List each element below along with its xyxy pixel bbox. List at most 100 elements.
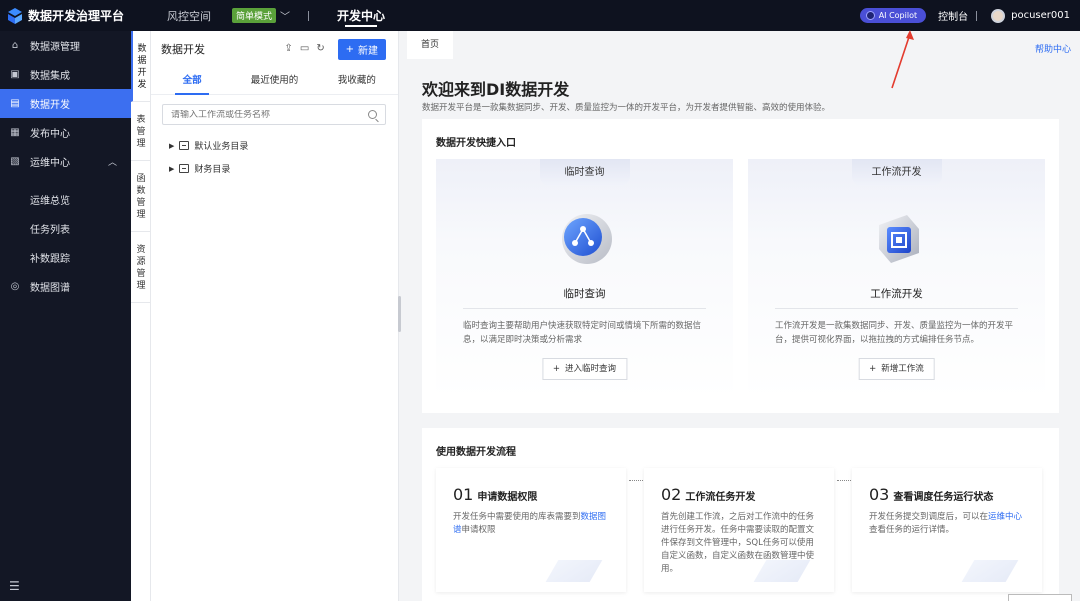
vtab-resource-management[interactable]: 资源管理 xyxy=(131,232,151,303)
entry-tag: 临时查询 xyxy=(539,159,630,186)
caret-right-icon[interactable]: ▶ xyxy=(169,142,174,150)
publish-icon: ▦ xyxy=(10,127,20,138)
vtab-char: 管 xyxy=(136,198,146,208)
step-desc-text: 开发任务中需要使用的库表需要到 xyxy=(453,512,581,522)
help-center-link[interactable]: 帮助中心 xyxy=(1035,42,1071,55)
tree-item-default[interactable]: ▶ 默认业务目录 xyxy=(151,134,398,157)
home-icon: ⌂ xyxy=(11,40,19,51)
sidebar-item-graph[interactable]: ◎ 数据图谱 xyxy=(0,272,131,301)
explorer-title: 数据开发 xyxy=(161,43,205,56)
sidebar-item-label: 数据集成 xyxy=(30,71,70,82)
sidebar-item-integration[interactable]: ▣ 数据集成 xyxy=(0,60,131,89)
brand-name: 数据开发治理平台 xyxy=(28,9,125,23)
tree-item-finance[interactable]: ▶ 财务目录 xyxy=(151,157,398,180)
vtab-char: 资 xyxy=(136,245,146,255)
enter-query-label: 进入临时查询 xyxy=(565,364,617,374)
sidebar-item-develop[interactable]: ▤ 数据开发 xyxy=(0,89,131,118)
directory-tree: ▶ 默认业务目录 ▶ 财务目录 xyxy=(151,134,398,180)
caret-right-icon[interactable]: ▶ xyxy=(169,165,174,173)
vtab-char: 理 xyxy=(136,139,146,149)
query-illustration-icon xyxy=(561,214,612,264)
avatar[interactable] xyxy=(991,8,1006,23)
vtab-table-management[interactable]: 表管理 xyxy=(131,102,151,161)
sidebar-subitem-backfill[interactable]: 补数跟踪 xyxy=(0,243,131,272)
tab-favorites[interactable]: 我收藏的 xyxy=(316,67,398,94)
chevron-up-icon[interactable]: ︿ xyxy=(108,155,117,168)
main-area: 首页 帮助中心 欢迎来到DI数据开发 数据开发平台是一款集数据同步、开发、质量监… xyxy=(407,31,1080,601)
process-title: 使用数据开发流程 xyxy=(436,447,516,458)
sidebar-subitem-tasklist[interactable]: 任务列表 xyxy=(0,214,131,243)
top-divider xyxy=(976,10,978,21)
brand[interactable]: 数据开发治理平台 xyxy=(0,0,160,31)
entry-card-workflow[interactable]: 工作流开发 工作流开发 工作流开发是一款集数据同步、开发、质量监控为一体的开发平… xyxy=(748,159,1045,399)
console-link[interactable]: 控制台 xyxy=(938,8,968,23)
sidebar-item-publish[interactable]: ▦ 发布中心 xyxy=(0,118,131,147)
step-number: 03 xyxy=(869,485,890,504)
vtab-char: 数 xyxy=(137,44,147,54)
tab-home[interactable]: 首页 xyxy=(407,31,453,59)
vtab-char: 源 xyxy=(136,257,146,267)
vtab-develop[interactable]: 数据开发 xyxy=(131,31,151,102)
new-workflow-label: 新增工作流 xyxy=(881,364,924,374)
username[interactable]: pocuser001 xyxy=(1011,10,1070,21)
step-card-2: 02 工作流任务开发 首先创建工作流，之后对工作流中的任务进行任务开发。任务中需… xyxy=(644,468,834,592)
tab-recent[interactable]: 最近使用的 xyxy=(233,67,315,94)
ops-center-link[interactable]: 运维中心 xyxy=(988,512,1022,522)
step-decoration xyxy=(545,560,603,582)
nav-divider xyxy=(308,10,310,21)
develop-icon: ▤ xyxy=(10,98,20,109)
step-card-1: 01 申请数据权限 开发任务中需要使用的库表需要到数据图谱申请权限 xyxy=(436,468,626,592)
nav-risk-space[interactable]: 风控空间 xyxy=(167,8,211,24)
panel-resize-handle[interactable] xyxy=(398,296,401,332)
tree-item-label: 默认业务目录 xyxy=(194,142,249,152)
save-icon[interactable]: ▭ xyxy=(300,44,310,54)
workflow-illustration-icon xyxy=(878,215,919,263)
annotation-arrow-icon xyxy=(891,30,914,89)
corner-chip xyxy=(1008,594,1072,601)
search-box xyxy=(162,104,386,125)
plus-icon: + xyxy=(552,364,561,374)
chevron-down-icon[interactable]: ﹀ xyxy=(280,8,290,23)
new-button-label: 新建 xyxy=(358,45,378,57)
graph-icon: ◎ xyxy=(10,281,20,292)
step-title: 工作流任务开发 xyxy=(685,492,756,503)
quick-entry-title: 数据开发快捷入口 xyxy=(436,138,516,149)
page-title: 欢迎来到DI数据开发 xyxy=(422,80,570,99)
step-description: 开发任务中需要使用的库表需要到数据图谱申请权限 xyxy=(453,511,612,537)
process-section: 使用数据开发流程 01 申请数据权限 开发任务中需要使用的库表需要到数据图谱申请… xyxy=(422,428,1059,601)
search-icon[interactable] xyxy=(368,110,377,119)
search-input[interactable] xyxy=(171,109,368,120)
vtab-function-management[interactable]: 函数管理 xyxy=(131,161,151,232)
step-desc-text: 申请权限 xyxy=(461,525,496,535)
refresh-icon[interactable]: ↻ xyxy=(316,44,326,54)
step-number: 02 xyxy=(661,485,682,504)
sidebar-item-ops[interactable]: ▧ 运维中心 ︿ xyxy=(0,147,131,176)
vtab-char: 管 xyxy=(136,269,146,279)
brand-logo-icon xyxy=(8,7,22,24)
entry-description: 临时查询主要帮助用户快速获取特定时间或情境下所需的数据信息，以满足即时决策或分析… xyxy=(463,321,702,345)
ai-copilot-button[interactable]: AI Copilot xyxy=(859,8,927,23)
divider xyxy=(775,308,1018,309)
nav-dev-center[interactable]: 开发中心 xyxy=(337,0,385,31)
enter-query-button[interactable]: + 进入临时查询 xyxy=(541,358,628,380)
vertical-tabs: 数据开发 表管理 函数管理 资源管理 xyxy=(131,31,151,601)
divider xyxy=(463,308,706,309)
upload-icon[interactable]: ⇪ xyxy=(284,44,294,54)
sidebar: ⌂ 数据源管理 ▣ 数据集成 ▤ 数据开发 ▦ 发布中心 ▧ 运维中心 ︿ 运维… xyxy=(0,31,131,601)
plus-icon: + xyxy=(869,364,877,374)
quick-entry-section: 数据开发快捷入口 临时查询 临时查询 临时查询主要帮助用户快速获取特定时间或情境… xyxy=(422,119,1059,413)
sidebar-item-datasource[interactable]: ⌂ 数据源管理 xyxy=(0,31,131,60)
new-button[interactable]: + 新建 xyxy=(337,38,386,60)
entry-card-query[interactable]: 临时查询 临时查询 临时查询主要帮助用户快速获取特定时间或情境下所需的数据信息，… xyxy=(436,159,733,399)
step-title: 申请数据权限 xyxy=(477,492,538,503)
sidebar-item-label: 运维中心 xyxy=(30,158,70,169)
new-workflow-button[interactable]: + 新增工作流 xyxy=(858,358,935,380)
sidebar-subitem-overview[interactable]: 运维总览 xyxy=(0,185,131,214)
entry-tag: 工作流开发 xyxy=(851,159,942,186)
tab-all[interactable]: 全部 xyxy=(151,67,233,95)
step-description: 开发任务提交到调度后，可以在运维中心查看任务的运行详情。 xyxy=(869,511,1028,537)
entry-name: 工作流开发 xyxy=(870,288,923,300)
mode-badge[interactable]: 简单模式 xyxy=(232,8,277,23)
collapse-menu-icon[interactable]: ☰ xyxy=(9,579,20,593)
step-title: 查看调度任务运行状态 xyxy=(893,492,994,503)
